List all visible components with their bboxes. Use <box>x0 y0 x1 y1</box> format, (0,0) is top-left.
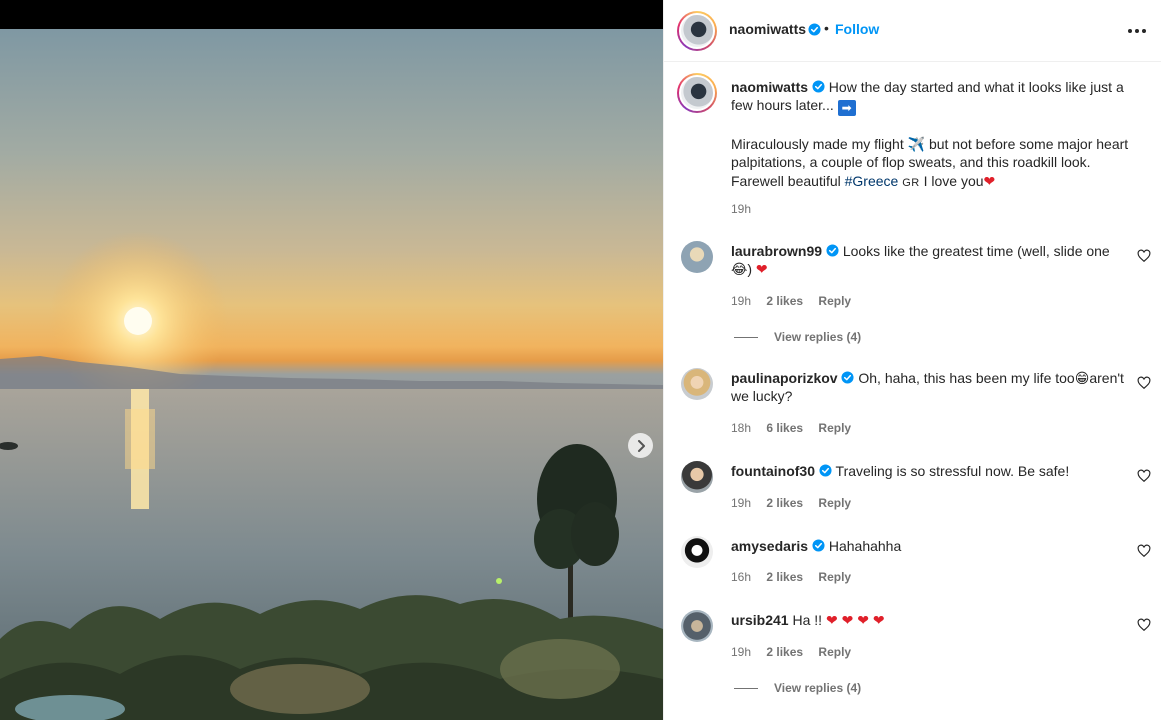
comment-text: fountainof30 Traveling is so stressful n… <box>731 462 1131 480</box>
hashtag-link[interactable]: #Greece <box>845 173 899 189</box>
comment-body: Traveling is so stressful now. Be safe! <box>835 463 1070 479</box>
red-heart-emoji-icon: ❤ <box>755 261 768 278</box>
comment-text: laurabrown99 Looks like the greatest tim… <box>731 242 1131 279</box>
comment-body: Oh, haha, this has been my life too <box>858 370 1075 386</box>
divider-line <box>734 687 758 689</box>
verified-badge-icon <box>826 244 839 257</box>
comment-meta: 19h 2 likes Reply <box>731 294 863 308</box>
comment-meta: 19h 2 likes Reply <box>731 496 863 510</box>
verified-badge-icon <box>812 80 825 93</box>
heart-outline-icon[interactable] <box>1137 469 1151 483</box>
reply-button[interactable]: Reply <box>818 421 851 435</box>
caption-timestamp[interactable]: 19h <box>731 202 751 216</box>
comment-meta: 16h 2 likes Reply <box>731 570 863 584</box>
next-slide-button[interactable] <box>628 433 653 458</box>
chevron-right-icon <box>637 439 645 452</box>
comment-timestamp[interactable]: 16h <box>731 570 751 584</box>
comment-meta: 18h 6 likes Reply <box>731 421 863 435</box>
right-arrow-emoji-icon: ➡ <box>837 100 856 117</box>
heart-outline-icon[interactable] <box>1137 618 1151 632</box>
comment-text: paulinaporizkov Oh, haha, this has been … <box>731 369 1131 406</box>
verified-badge-icon <box>819 464 832 477</box>
avatar[interactable] <box>681 241 713 273</box>
comment-body: Looks like the greatest time (well, slid… <box>842 243 1110 259</box>
divider-line <box>734 336 758 338</box>
avatar[interactable] <box>681 536 713 568</box>
view-replies-button[interactable]: View replies (4) <box>734 681 861 695</box>
comment-text: amysedaris Hahahahha <box>731 537 1131 555</box>
caption-username[interactable]: naomiwatts <box>731 79 808 95</box>
comment-likes[interactable]: 6 likes <box>766 421 803 435</box>
airplane-emoji-icon: ✈️ <box>907 135 926 152</box>
sunset-illustration <box>0 231 663 720</box>
reply-button[interactable]: Reply <box>818 570 851 584</box>
reply-button[interactable]: Reply <box>818 294 851 308</box>
more-options-button[interactable] <box>1125 23 1149 39</box>
post-details-panel: naomiwatts • Follow naomiwatts How the d… <box>663 0 1161 720</box>
caption-para2-c: I love you <box>923 172 984 189</box>
comment-timestamp[interactable]: 19h <box>731 645 751 659</box>
comment-username[interactable]: amysedaris <box>731 538 808 554</box>
comment-body-end: ) <box>747 261 753 278</box>
more-horizontal-icon <box>1128 29 1132 33</box>
grinning-emoji-icon: 😁 <box>1074 370 1090 386</box>
post-header: naomiwatts • Follow <box>664 0 1161 62</box>
comment-timestamp[interactable]: 19h <box>731 496 751 510</box>
comment-body: Ha !! <box>792 612 823 628</box>
comment-likes[interactable]: 2 likes <box>766 570 803 584</box>
red-heart-emoji-icon: ❤ <box>983 172 996 189</box>
comment-likes[interactable]: 2 likes <box>766 496 803 510</box>
laughing-emoji-icon: 😂 <box>731 261 748 278</box>
comment-username[interactable]: ursib241 <box>731 612 789 628</box>
post-media <box>0 0 663 720</box>
comment-likes[interactable]: 2 likes <box>766 645 803 659</box>
greece-flag-icon: GR <box>902 176 920 189</box>
heart-outline-icon[interactable] <box>1137 249 1151 263</box>
reply-button[interactable]: Reply <box>818 496 851 510</box>
avatar[interactable] <box>681 610 713 642</box>
heart-outline-icon[interactable] <box>1137 376 1151 390</box>
comment-username[interactable]: laurabrown99 <box>731 243 822 259</box>
comment-likes[interactable]: 2 likes <box>766 294 803 308</box>
comment-body: Hahahahha <box>828 538 902 554</box>
avatar[interactable] <box>677 11 717 51</box>
verified-badge-icon <box>812 539 825 552</box>
separator-dot: • <box>824 20 829 36</box>
verified-badge-icon <box>808 23 821 36</box>
comment-username[interactable]: paulinaporizkov <box>731 370 838 386</box>
comment-timestamp[interactable]: 18h <box>731 421 751 435</box>
avatar[interactable] <box>681 461 713 493</box>
comment-text: ursib241 Ha !! ❤ ❤ ❤ ❤ <box>731 611 1131 629</box>
red-heart-emoji-icon: ❤ ❤ ❤ ❤ <box>825 612 885 628</box>
verified-badge-icon <box>841 371 855 384</box>
comment-username[interactable]: fountainof30 <box>731 463 815 479</box>
media-top-bar <box>0 0 663 29</box>
caption-para2-a: Miraculously made my flight <box>731 135 904 152</box>
avatar[interactable] <box>681 368 713 400</box>
caption-avatar[interactable] <box>677 73 717 113</box>
view-replies-label: View replies (4) <box>774 681 862 695</box>
comment-meta: 19h 2 likes Reply <box>731 645 863 659</box>
sunset-photo <box>0 29 663 720</box>
heart-outline-icon[interactable] <box>1137 544 1151 558</box>
comment-timestamp[interactable]: 19h <box>731 294 751 308</box>
caption-text: naomiwatts How the day started and what … <box>731 78 1131 192</box>
follow-button[interactable]: Follow <box>835 21 879 37</box>
post-author-username[interactable]: naomiwatts <box>729 21 806 37</box>
view-replies-label: View replies (4) <box>774 330 862 344</box>
reply-button[interactable]: Reply <box>818 645 851 659</box>
view-replies-button[interactable]: View replies (4) <box>734 330 861 344</box>
